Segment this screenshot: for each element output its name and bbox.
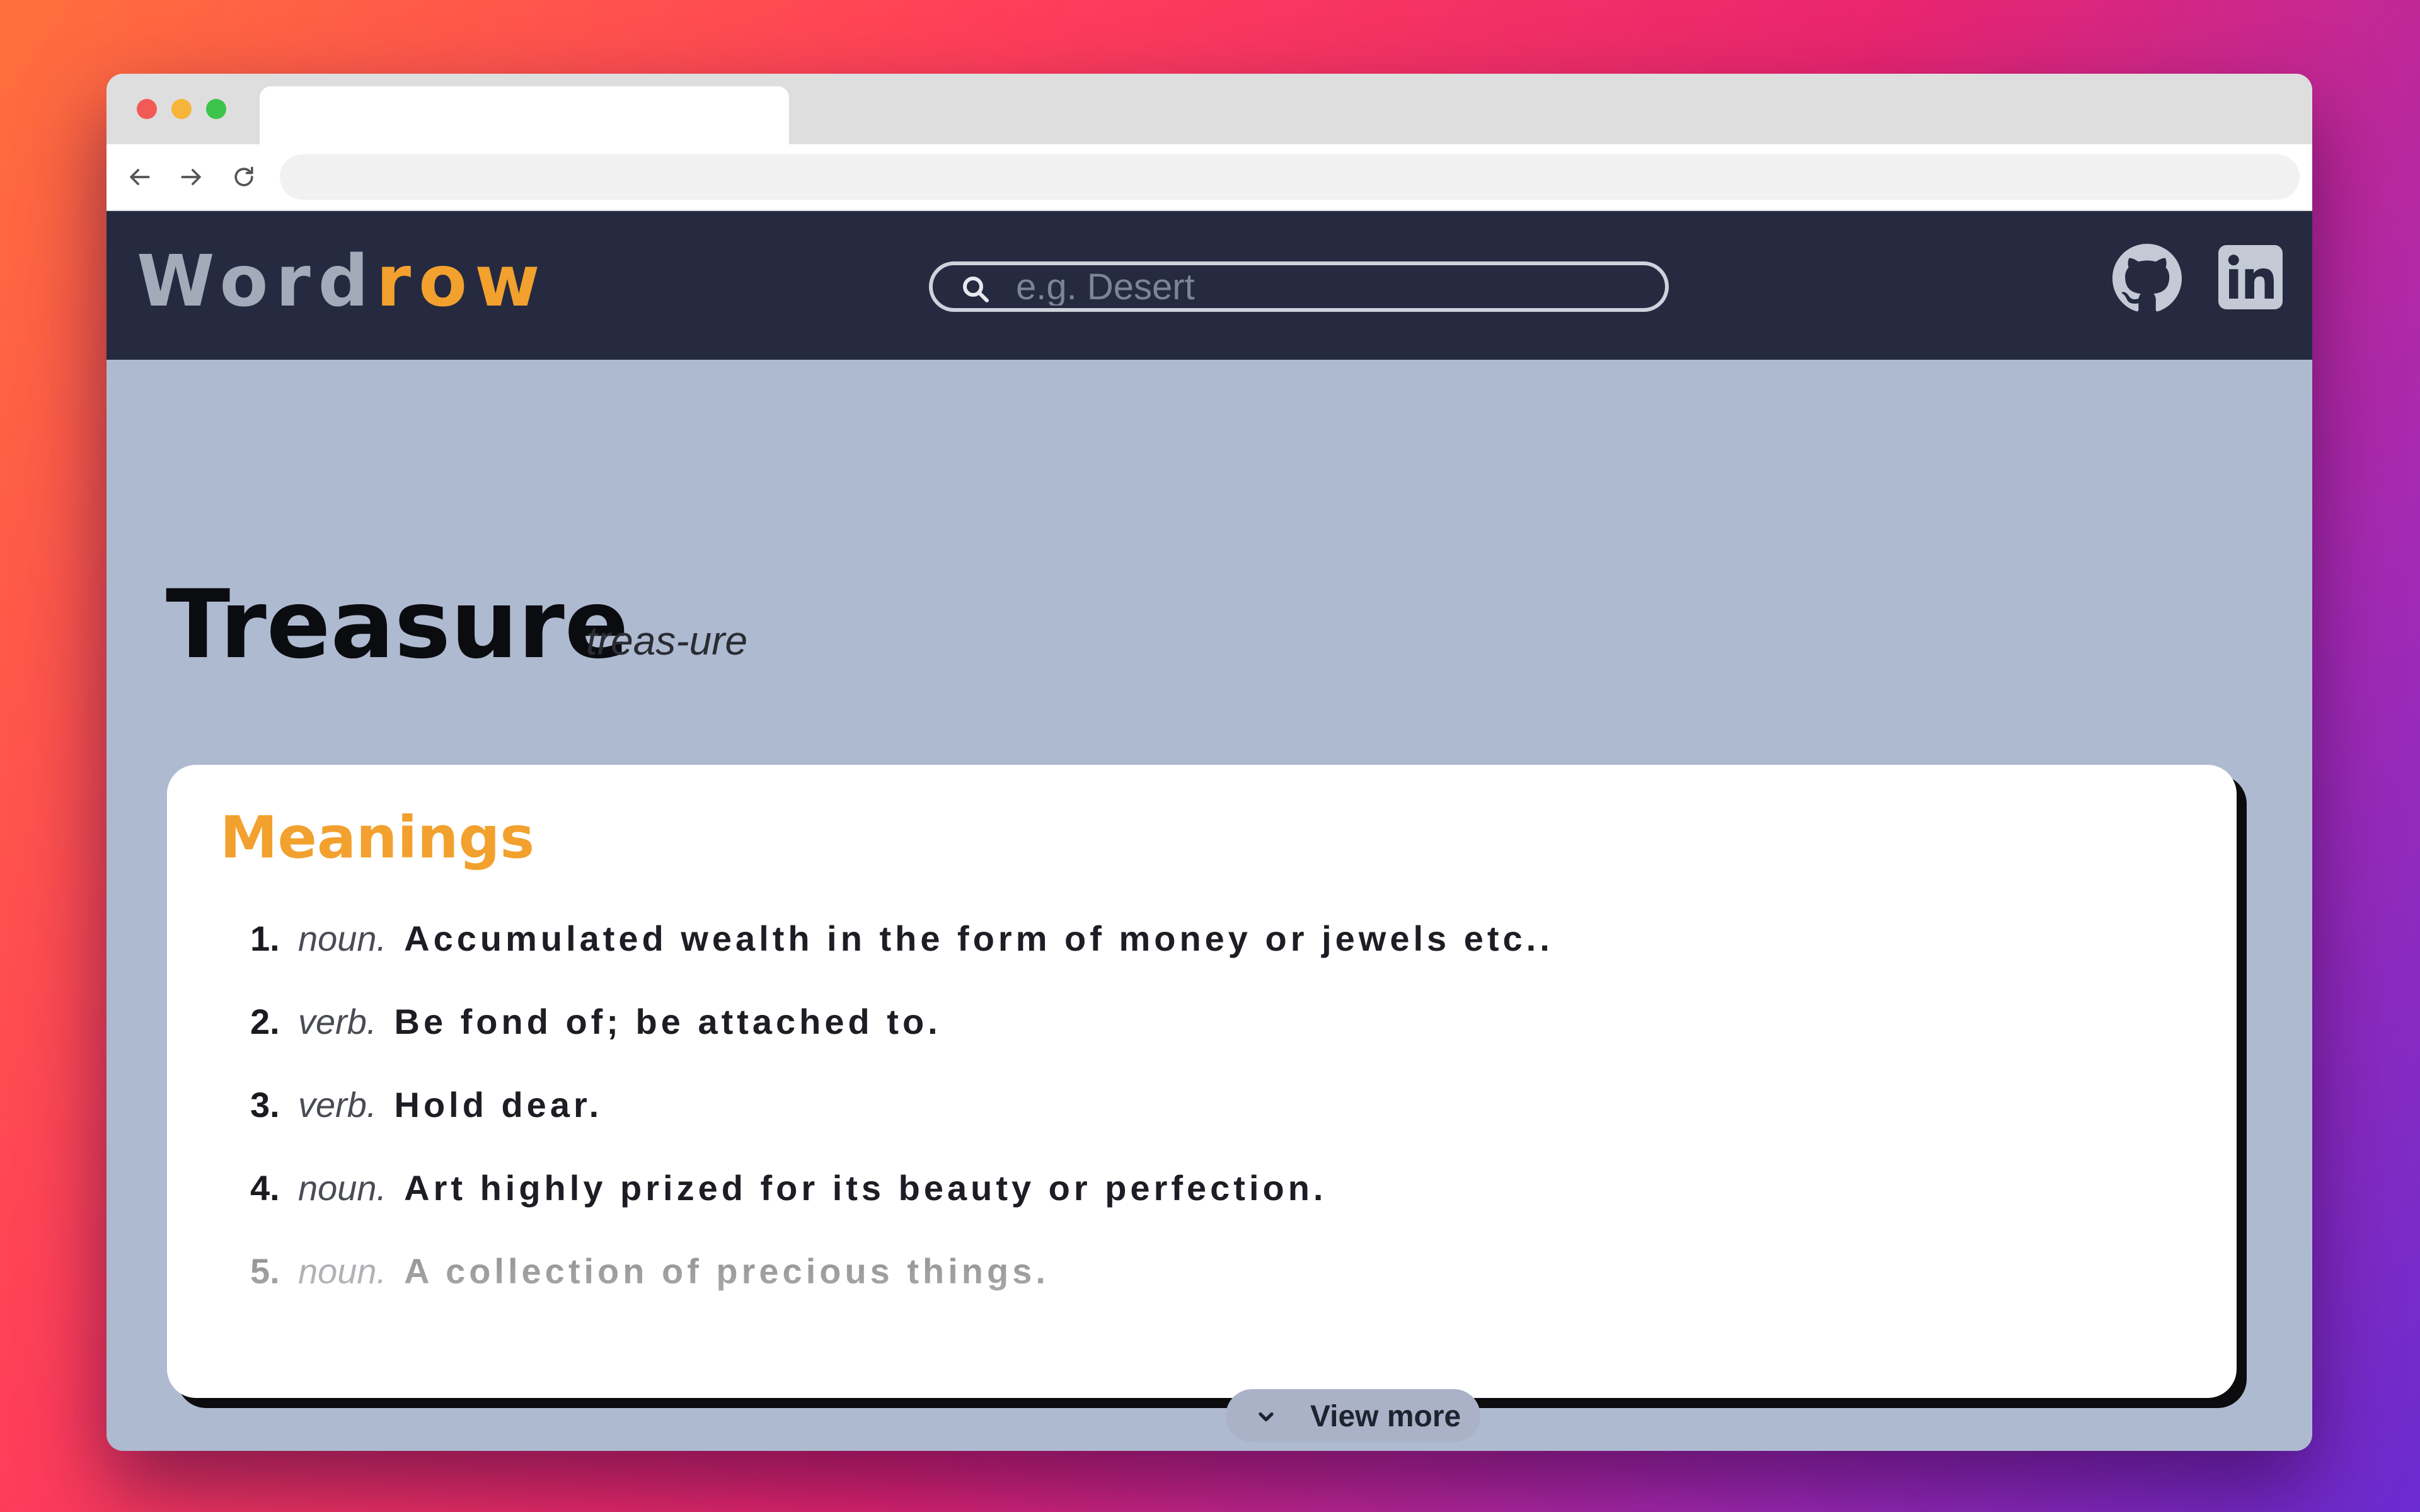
meaning-number: 3. xyxy=(250,1085,280,1125)
forward-arrow-icon[interactable] xyxy=(178,163,205,191)
minimize-window-button[interactable] xyxy=(171,99,192,119)
meaning-definition: Accumulated wealth in the form of money … xyxy=(404,919,1553,958)
meaning-definition: Hold dear. xyxy=(394,1085,603,1125)
back-arrow-icon[interactable] xyxy=(125,163,153,191)
search-icon xyxy=(960,274,991,304)
reload-icon[interactable] xyxy=(230,163,258,191)
meanings-card: Meanings 1. noun. Accumulated wealth in th… xyxy=(167,765,2237,1398)
meaning-item: 2. verb. Be fond of; be attached to. xyxy=(250,1004,2172,1087)
logo-text-word: Word xyxy=(137,241,376,323)
part-of-speech: noun. xyxy=(298,919,387,958)
part-of-speech: noun. xyxy=(298,1251,387,1291)
chevron-down-icon xyxy=(1255,1406,1277,1428)
meanings-heading: Meanings xyxy=(220,804,535,871)
browser-tab[interactable] xyxy=(260,86,789,144)
search-input[interactable] xyxy=(1016,268,1646,306)
logo-text-row: row xyxy=(376,241,548,323)
github-icon[interactable] xyxy=(2112,244,2182,313)
meaning-number: 5. xyxy=(250,1251,280,1291)
app-logo[interactable]: Wordrow xyxy=(137,246,548,317)
view-more-label: View more xyxy=(1310,1400,1461,1433)
meaning-number: 1. xyxy=(250,919,280,958)
meaning-number: 4. xyxy=(250,1168,280,1208)
browser-window: Wordrow Treasure treas-ure Meanings 1. no… xyxy=(107,74,2312,1451)
address-bar[interactable] xyxy=(280,154,2300,200)
word-title: Treasure xyxy=(166,570,629,680)
meanings-list: 1. noun. Accumulated wealth in the form of… xyxy=(250,921,2172,1337)
linkedin-icon[interactable] xyxy=(2218,245,2283,309)
meaning-definition: Be fond of; be attached to. xyxy=(394,1002,942,1041)
search-box[interactable] xyxy=(929,261,1669,312)
meaning-definition: Art highly prized for its beauty or perf… xyxy=(404,1168,1327,1208)
view-more-button[interactable]: View more xyxy=(1226,1389,1480,1442)
browser-toolbar xyxy=(107,144,2312,211)
part-of-speech: noun. xyxy=(298,1168,387,1208)
meaning-item: 3. verb. Hold dear. xyxy=(250,1087,2172,1171)
browser-tab-bar xyxy=(107,74,2312,144)
maximize-window-button[interactable] xyxy=(206,99,226,119)
meaning-number: 2. xyxy=(250,1002,280,1041)
meaning-item: 1. noun. Accumulated wealth in the form of… xyxy=(250,921,2172,1004)
meaning-item: 5. noun. A collection of precious things. xyxy=(250,1254,2172,1337)
meaning-item: 4. noun. Art highly prized for its beauty … xyxy=(250,1171,2172,1254)
close-window-button[interactable] xyxy=(137,99,157,119)
part-of-speech: verb. xyxy=(298,1085,377,1125)
app-header: Wordrow xyxy=(107,211,2312,360)
part-of-speech: verb. xyxy=(298,1002,377,1041)
word-syllables: treas-ure xyxy=(586,618,748,663)
meaning-definition: A collection of precious things. xyxy=(404,1251,1049,1291)
